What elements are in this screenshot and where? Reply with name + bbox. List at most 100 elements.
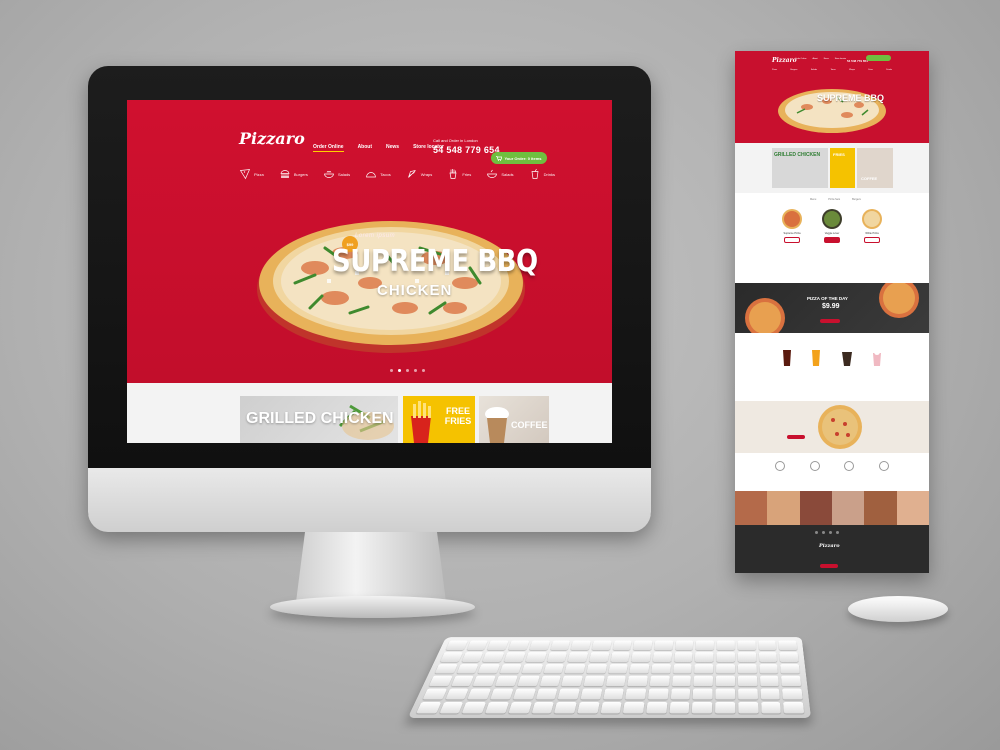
gallery-photo[interactable] <box>799 491 832 525</box>
nav-about[interactable]: About <box>358 144 372 152</box>
keyboard-key <box>675 640 694 650</box>
slider-dot[interactable] <box>414 369 417 372</box>
mobile-category[interactable]: Salads <box>811 69 817 71</box>
mobile-menu-section: Menu Pizza Sets Burgers Supreme Pizza Ve… <box>735 193 929 283</box>
keyboard-key <box>647 688 669 700</box>
keyboard-key <box>591 640 612 650</box>
mobile-nav-item[interactable]: About <box>812 58 817 60</box>
keyboard-key <box>521 663 543 674</box>
mobile-photo-gallery <box>735 491 929 525</box>
mobile-promo-coffee[interactable]: COFFEE <box>857 148 893 188</box>
mobile-nav-item[interactable]: Store locator <box>835 58 846 60</box>
add-to-cart-button[interactable] <box>824 237 840 243</box>
nav-news[interactable]: News <box>386 144 399 152</box>
keyboard-key <box>554 702 577 714</box>
mobile-menu-item[interactable]: Veggie Lover <box>821 208 843 243</box>
keyboard-key <box>577 702 600 714</box>
drink-item[interactable] <box>811 348 821 366</box>
category-salads-2[interactable]: Salads <box>486 168 514 180</box>
pod-pizza-left <box>745 298 785 333</box>
keyboard-key <box>646 702 668 714</box>
mobile-promo-grilled[interactable]: GRILLED CHICKEN <box>772 148 828 188</box>
slider-dot-active[interactable] <box>398 369 401 372</box>
nav-order-online[interactable]: Order Online <box>313 144 344 152</box>
pizza-thumb-icon <box>822 209 842 229</box>
mobile-category-bar: Pizza Burgers Salads Tacos Wraps Fries D… <box>772 69 892 71</box>
mobile-category[interactable]: Pizza <box>772 69 777 71</box>
keyboard-key <box>783 702 805 714</box>
promo-iced-coffee[interactable]: COFFEE <box>479 396 549 443</box>
promo-fries-title: FREE FRIES <box>444 406 472 426</box>
mobile-menu-tab[interactable]: Menu <box>810 198 816 201</box>
mobile-logo[interactable]: Pizzaro <box>772 57 797 64</box>
mobile-menu-item[interactable]: Supreme Pizza <box>781 208 803 243</box>
youtube-icon[interactable] <box>836 531 839 534</box>
add-to-cart-button[interactable] <box>864 237 880 243</box>
promo-free-fries[interactable]: FREE FRIES <box>403 396 475 443</box>
category-tacos[interactable]: Tacos <box>365 168 391 180</box>
gallery-photo[interactable] <box>767 491 800 525</box>
promo-grilled-chicken[interactable]: GRILLED CHICKEN <box>240 396 398 443</box>
mobile-order-button[interactable] <box>866 55 891 61</box>
slider-dot[interactable] <box>406 369 409 372</box>
customize-button[interactable] <box>787 435 805 439</box>
keyboard-key <box>605 676 627 687</box>
drink-item[interactable] <box>872 348 882 366</box>
gallery-photo[interactable] <box>864 491 897 525</box>
phone-number[interactable]: 54 548 779 654 <box>433 145 500 155</box>
mobile-nav-item[interactable]: News <box>824 58 829 60</box>
site-logo[interactable]: Pizzaro <box>239 129 305 148</box>
mobile-category[interactable]: Tacos <box>830 69 835 71</box>
keyboard-key <box>467 688 491 700</box>
keyboard-key <box>610 652 631 662</box>
twitter-icon[interactable] <box>822 531 825 534</box>
mobile-category[interactable]: Fries <box>868 69 872 71</box>
keyboard-key <box>716 652 735 662</box>
category-bar: Pizza Burgers Salads Tacos Wraps Fries S… <box>239 168 555 180</box>
promo-grilled-title: GRILLED CHICKEN <box>246 410 394 427</box>
category-drinks[interactable]: Drinks <box>529 168 555 180</box>
footer-button[interactable] <box>820 564 838 568</box>
drink-item[interactable] <box>841 348 853 366</box>
category-pizza[interactable]: Pizza <box>239 168 264 180</box>
category-fries[interactable]: Fries <box>447 168 471 180</box>
slider-dot[interactable] <box>422 369 425 372</box>
mobile-promo-fries[interactable]: FRIES <box>830 148 855 188</box>
category-salads[interactable]: Salads <box>323 168 350 180</box>
mobile-menu-tab[interactable]: Pizza Sets <box>828 198 840 201</box>
keyboard-key <box>440 652 463 662</box>
keyboard-key <box>466 640 489 650</box>
mobile-phone[interactable]: 54 548 779 654 <box>847 59 868 63</box>
keyboard-key <box>600 702 622 714</box>
gallery-photo[interactable] <box>831 491 865 525</box>
drink-item[interactable] <box>782 348 792 366</box>
slider-dot[interactable] <box>390 369 393 372</box>
keyboard-key <box>445 640 468 650</box>
mobile-category[interactable]: Burgers <box>790 69 797 71</box>
pod-order-button[interactable] <box>820 319 840 323</box>
category-wraps[interactable]: Wraps <box>406 168 432 180</box>
gallery-photo[interactable] <box>896 491 929 525</box>
mobile-nav-item[interactable]: Order Online <box>795 58 806 60</box>
facebook-icon[interactable] <box>815 531 818 534</box>
salad-bowl-icon <box>487 169 498 178</box>
desktop-website-screen: Pizzaro Order Online About News Store lo… <box>127 100 612 443</box>
slider-dots <box>390 369 425 372</box>
keyboard-key <box>503 652 526 662</box>
mobile-category[interactable]: Drinks <box>886 69 892 71</box>
gallery-photo[interactable] <box>735 491 768 525</box>
add-to-cart-button[interactable] <box>784 237 800 243</box>
keyboard-key <box>461 652 484 662</box>
your-order-button[interactable]: Your Order: 0 items <box>491 152 547 164</box>
mobile-menu-item[interactable]: White Pizza <box>861 208 883 243</box>
keyboard-key <box>570 640 591 650</box>
mobile-menu-tab[interactable]: Burgers <box>852 198 861 201</box>
keyboard-key <box>494 676 518 687</box>
footer-logo[interactable]: Pizzaro <box>819 543 840 549</box>
feature-icon <box>878 461 889 471</box>
keyboard-key <box>445 688 469 700</box>
category-burgers[interactable]: Burgers <box>279 168 308 180</box>
instagram-icon[interactable] <box>829 531 832 534</box>
mobile-pizza-of-the-day: PIZZA OF THE DAY $9.99 <box>735 283 929 333</box>
mobile-category[interactable]: Wraps <box>849 69 855 71</box>
